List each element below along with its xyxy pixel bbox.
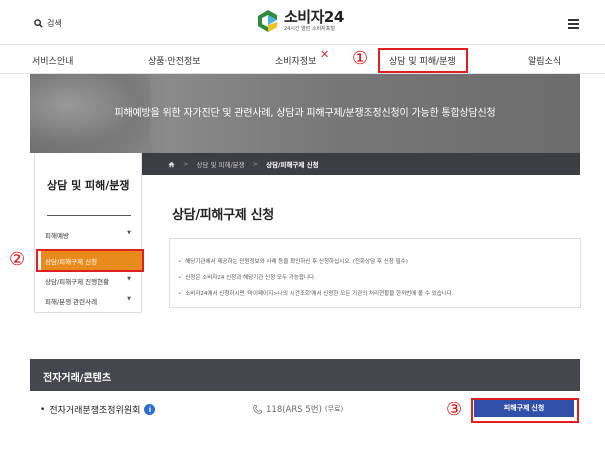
breadcrumb-item[interactable]: 상담 및 피해/분쟁 <box>196 159 244 169</box>
sidebar-item-label: 피해/분쟁 관련사례 <box>45 298 98 306</box>
sidebar-item-status[interactable]: 상담/피해구제 진행현황 ▼ <box>45 276 133 286</box>
logo-name: 소비자24 <box>284 8 344 26</box>
section-title: 전자거래/콘텐츠 <box>43 373 112 384</box>
highlight-box-nav <box>378 48 468 73</box>
chevron-right-icon: > <box>252 160 259 168</box>
chevron-right-icon: > <box>183 160 189 168</box>
notice-item: 신청은 소비자24 신청과 해당기관 신청 모두 가능합니다. <box>178 273 316 281</box>
org-item: • 전자거래분쟁조정위원회 i <box>40 403 156 416</box>
logo-subtitle: 24시간 열린 소비자포털 <box>284 26 335 32</box>
sidebar-item-label: 상담/피해구제 진행현황 <box>45 278 110 286</box>
sidebar-item-prevention[interactable]: 피해예방 ▼ <box>45 230 133 240</box>
caret-down-icon: ▼ <box>127 230 131 236</box>
sidebar-item-cases[interactable]: 피해/분쟁 관련사례 ▼ <box>45 296 133 306</box>
bullet-icon: • <box>40 404 46 415</box>
notice-item: 소비자24에서 신청하시면 '마이페이지>나의 시건조회'에서 신청한 모든 기… <box>178 289 453 297</box>
phone-icon <box>253 404 263 414</box>
notice-box: 해당기관에서 제공하는 민원정보와 사례 등을 확인하신 후 신청하십시오. (… <box>169 238 581 308</box>
menu-icon[interactable] <box>568 19 579 29</box>
annotation-marker-1: ① <box>352 48 369 69</box>
page-title: 상담/피해구제 신청 <box>172 208 274 223</box>
breadcrumb-current: 상담/피해구제 신청 <box>266 161 319 169</box>
sidebar-item-label: 피해예방 <box>45 232 69 240</box>
info-icon[interactable]: i <box>144 404 156 415</box>
nav-item-product-safety[interactable]: 상품·안전정보 <box>148 54 201 67</box>
sidebar-title: 상담 및 피해/분쟁 <box>47 179 130 192</box>
section-header: 전자거래/콘텐츠 <box>30 359 580 391</box>
site-header: 검색 소비자24 24시간 열린 소비자포털 <box>0 0 605 44</box>
phone-note: (무료) <box>324 405 344 413</box>
org-name: 전자거래분쟁조정위원회 <box>49 406 141 416</box>
site-logo[interactable]: 소비자24 24시간 열린 소비자포털 <box>256 8 344 34</box>
nav-item-consumer-info[interactable]: 소비자정보 <box>275 54 316 67</box>
banner-text: 피해예방을 위한 자가진단 및 관련사례, 상담과 피해구제/분쟁조정신청이 가… <box>114 108 496 119</box>
phone-number: 118(ARS 5번) (무료) <box>252 403 343 415</box>
hero-banner: 피해예방을 위한 자가진단 및 관련사례, 상담과 피해구제/분쟁조정신청이 가… <box>30 74 580 153</box>
search-label: 검색 <box>47 19 62 28</box>
nav-item-notices[interactable]: 알림소식 <box>528 54 561 67</box>
caret-down-icon: ▼ <box>127 276 131 282</box>
logo-icon <box>258 10 277 32</box>
search-icon <box>34 19 43 28</box>
sidebar: 상담 및 피해/분쟁 피해예방 ▼ 상담/피해구제 신청 상담/피해구제 진행현… <box>34 153 143 313</box>
cross-mark-icon: ✕ <box>320 48 330 61</box>
divider <box>47 215 131 216</box>
phone-text: 118(ARS 5번) <box>266 405 322 415</box>
caret-down-icon: ▼ <box>127 296 131 302</box>
main-nav: 서비스안내 상품·안전정보 소비자정보 ✕ 상담 및 피해/분쟁 알림소식 <box>0 44 605 74</box>
nav-item-service-guide[interactable]: 서비스안내 <box>32 54 73 67</box>
search-button[interactable]: 검색 <box>34 18 62 29</box>
breadcrumb: > 상담 및 피해/분쟁 > 상담/피해구제 신청 <box>140 153 580 175</box>
notice-item: 해당기관에서 제공하는 민원정보와 사례 등을 확인하신 후 신청하십시오. (… <box>178 257 408 265</box>
highlight-box-sidebar <box>36 249 144 272</box>
highlight-box-apply <box>471 398 579 423</box>
annotation-marker-3: ③ <box>446 399 463 420</box>
annotation-marker-2: ② <box>9 249 26 270</box>
home-icon[interactable] <box>168 161 175 168</box>
